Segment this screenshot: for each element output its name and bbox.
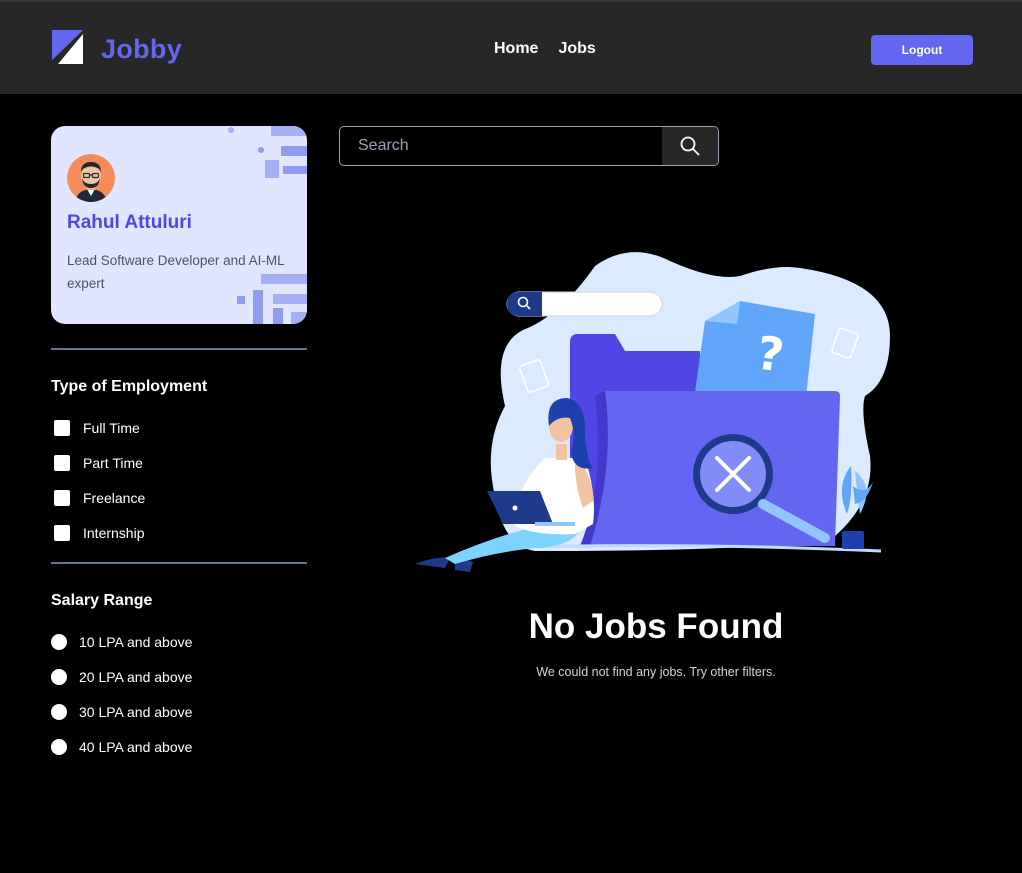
option-label: Internship xyxy=(83,525,145,541)
card-pattern-top-icon xyxy=(228,126,307,178)
job-search-bar xyxy=(339,126,719,166)
freelance-checkbox[interactable] xyxy=(54,490,70,506)
employment-filter-title: Type of Employment xyxy=(51,378,208,395)
salary-30-radio[interactable] xyxy=(51,704,67,720)
nav-jobs-link[interactable]: Jobs xyxy=(558,40,595,58)
option-label: Full Time xyxy=(83,420,140,436)
part-time-checkbox[interactable] xyxy=(54,455,70,471)
divider xyxy=(51,348,307,350)
option-label: Part Time xyxy=(83,455,143,471)
search-icon xyxy=(680,136,700,156)
profile-card: Rahul Attuluri Lead Software Developer a… xyxy=(51,126,307,324)
internship-checkbox[interactable] xyxy=(54,525,70,541)
employment-option-internship[interactable]: Internship xyxy=(54,525,144,541)
avatar xyxy=(67,154,115,202)
salary-option-40-lpa[interactable]: 40 LPA and above xyxy=(51,739,192,755)
employment-option-part-time[interactable]: Part Time xyxy=(54,455,143,471)
no-jobs-title: No Jobs Found xyxy=(528,607,784,646)
option-label: 30 LPA and above xyxy=(79,704,193,720)
option-label: Freelance xyxy=(83,490,146,506)
main-nav: Home Jobs xyxy=(494,40,596,58)
logout-button[interactable]: Logout xyxy=(871,35,973,65)
profile-bio: Lead Software Developer and AI-ML expert xyxy=(67,253,285,291)
salary-40-radio[interactable] xyxy=(51,739,67,755)
profile-name: Rahul Attuluri xyxy=(67,212,192,233)
employment-option-freelance[interactable]: Freelance xyxy=(54,490,145,506)
no-jobs-illustration: ? xyxy=(415,252,890,572)
no-jobs-description: We could not find any jobs. Try other fi… xyxy=(536,665,776,679)
nav-home-link[interactable]: Home xyxy=(494,40,538,58)
brand-name[interactable]: Jobby xyxy=(101,34,182,65)
top-navbar: Jobby Home Jobs Logout xyxy=(0,0,1022,94)
option-label: 40 LPA and above xyxy=(79,739,193,755)
search-input[interactable] xyxy=(340,127,662,165)
jobby-logo-icon[interactable] xyxy=(52,30,83,64)
divider xyxy=(51,562,307,564)
salary-option-30-lpa[interactable]: 30 LPA and above xyxy=(51,704,192,720)
search-button[interactable] xyxy=(662,127,718,165)
full-time-checkbox[interactable] xyxy=(54,420,70,436)
employment-option-full-time[interactable]: Full Time xyxy=(54,420,140,436)
